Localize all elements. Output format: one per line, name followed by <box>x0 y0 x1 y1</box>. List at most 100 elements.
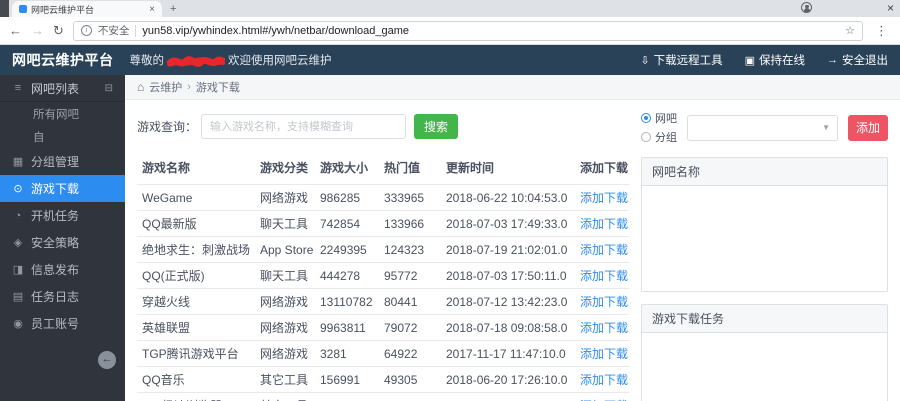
tab-close-icon[interactable]: × <box>149 4 155 15</box>
search-label: 游戏查询： <box>137 120 198 134</box>
target-section: 网吧 分组 ▼ 添加 网吧名称 游戏下载任务 <box>641 110 888 401</box>
add-download-link[interactable]: 添加下载 <box>580 191 628 205</box>
add-download-link[interactable]: 添加下载 <box>580 269 628 283</box>
navbar-link[interactable]: ▣ 保持在线 <box>745 52 805 68</box>
forward-icon[interactable]: → <box>31 24 44 37</box>
sidebar-item-all-netbars[interactable]: 所有网吧 <box>0 102 125 125</box>
game-hot-value: 64922 <box>379 340 441 367</box>
games-table: 游戏名称 游戏分类 游戏大小 热门值 更新时间 添加下载 WeGame 网络游戏… <box>137 151 629 401</box>
add-download-link[interactable]: 添加下载 <box>580 243 628 257</box>
sidebar-item-label: 开机任务 <box>31 209 80 223</box>
sidebar-item-boot-task[interactable]: ◔ 开机任务 <box>0 202 125 229</box>
netbar-panel-title: 网吧名称 <box>642 158 887 186</box>
sidebar-item-label: 网吧列表 <box>31 81 80 96</box>
column-header: 游戏名称 <box>137 151 255 185</box>
game-updated-time: 2018-07-03 17:49:33.0 <box>441 210 575 237</box>
game-updated-time: 2018-06-22 10:04:53.0 <box>441 184 575 211</box>
bookmark-star-icon[interactable]: ☆ <box>845 24 855 37</box>
netbar-select[interactable]: ▼ <box>687 114 838 141</box>
game-category: 其它工具 <box>255 392 315 401</box>
sidebar-item-info-publish[interactable]: ◨ 信息发布 <box>0 256 125 283</box>
table-row: QQ最新版 聊天工具 742854 133966 2018-07-03 17:4… <box>137 210 629 237</box>
home-icon: ⌂ <box>137 80 145 94</box>
add-download-link[interactable]: 添加下载 <box>580 321 628 335</box>
game-updated-time: 2018-07-18 09:08:58.0 <box>441 314 575 341</box>
game-category: 其它工具 <box>255 366 315 393</box>
game-hot-value: 44187 <box>379 392 441 401</box>
tab-title: 网吧云维护平台 <box>31 4 95 15</box>
info-icon[interactable]: i <box>80 25 92 36</box>
game-name: TGP腾讯游戏平台 <box>137 340 255 367</box>
address-bar[interactable]: i 不安全 yun58.vip/ywhindex.html#/ywh/netba… <box>72 20 863 41</box>
search-button[interactable]: 搜索 <box>414 114 459 139</box>
app-brand[interactable]: 网吧云维护平台 <box>12 50 114 70</box>
task-panel-title: 游戏下载任务 <box>642 305 887 333</box>
new-tab-icon[interactable]: + <box>162 3 184 15</box>
sidebar-item-game-download[interactable]: ⊙ 游戏下载 <box>0 175 125 202</box>
game-category: 聊天工具 <box>255 210 315 237</box>
add-button[interactable]: 添加 <box>848 114 888 141</box>
browser-tab[interactable]: 网吧云维护平台 × <box>12 1 162 17</box>
game-size: 742854 <box>315 210 379 237</box>
sidebar-item-task-log[interactable]: ▤ 任务日志 <box>0 283 125 310</box>
browser-menu-icon[interactable]: ⋮ <box>872 23 891 39</box>
column-header: 更新时间 <box>441 151 575 185</box>
profile-icon[interactable] <box>801 2 812 13</box>
navbar-link-icon: ▣ <box>744 54 755 67</box>
sidebar-item-label: 所有网吧 <box>33 108 79 121</box>
column-header: 添加下载 <box>575 151 629 185</box>
sidebar-collapse-button[interactable]: ← <box>98 351 116 369</box>
game-hot-value: 79072 <box>379 314 441 341</box>
game-category: 网络游戏 <box>255 340 315 367</box>
back-icon[interactable]: ← <box>9 24 22 37</box>
target-radio-group: 网吧 分组 <box>641 110 677 145</box>
radio-netbar[interactable]: 网吧 <box>641 110 677 126</box>
game-category: 网络游戏 <box>255 288 315 315</box>
breadcrumb-separator-icon: › <box>187 81 191 93</box>
game-hot-value: 333965 <box>379 184 441 211</box>
table-row: 360极速浏览器 其它工具 913338 44187 2018-06-11 15… <box>137 392 629 401</box>
download-task-panel: 游戏下载任务 <box>641 304 888 401</box>
navbar-link[interactable]: ⇩ 下载远程工具 <box>640 52 722 68</box>
radio-group-option[interactable]: 分组 <box>641 129 677 145</box>
sidebar-item-security-policy[interactable]: ◈ 安全策略 <box>0 229 125 256</box>
game-search-input[interactable] <box>201 114 407 139</box>
sidebar-item-netbar-list[interactable]: ≡ 网吧列表 ⊟ <box>0 75 125 102</box>
window-close-icon[interactable]: × <box>887 1 894 15</box>
game-size: 13110782 <box>315 288 379 315</box>
game-size: 156991 <box>315 366 379 393</box>
game-size: 2249395 <box>315 236 379 263</box>
radio-icon <box>641 113 651 123</box>
navbar-link-label: 下载远程工具 <box>653 55 723 67</box>
clock-icon: ◔ <box>14 209 22 222</box>
radio-label: 分组 <box>655 132 677 144</box>
add-download-link[interactable]: 添加下载 <box>580 295 628 309</box>
breadcrumb: ⌂ 云维护 › 游戏下载 <box>125 75 900 100</box>
game-name: 穿越火线 <box>137 288 255 315</box>
add-download-link[interactable]: 添加下载 <box>580 217 628 231</box>
netbar-name-panel: 网吧名称 <box>641 157 888 292</box>
breadcrumb-section[interactable]: 云维护 <box>149 79 182 95</box>
menu-toggle-icon[interactable]: ⊟ <box>105 83 113 94</box>
sidebar-item-staff-account[interactable]: ◉ 员工账号 <box>0 310 125 337</box>
table-row: WeGame 网络游戏 986285 333965 2018-06-22 10:… <box>137 184 629 211</box>
refresh-icon[interactable]: ↻ <box>53 24 64 37</box>
add-download-link[interactable]: 添加下载 <box>580 347 628 361</box>
column-header: 游戏分类 <box>255 151 315 185</box>
url-text: yun58.vip/ywhindex.html#/ywh/netbar/down… <box>142 24 410 37</box>
redacted-username <box>167 55 225 67</box>
security-label[interactable]: 不安全 <box>98 23 130 38</box>
column-header: 游戏大小 <box>315 151 379 185</box>
add-download-link[interactable]: 添加下载 <box>580 373 628 387</box>
sidebar-item-group-management[interactable]: ▦ 分组管理 <box>0 148 125 175</box>
navbar-link[interactable]: → 安全退出 <box>827 52 888 68</box>
search-row: 游戏查询： 搜索 <box>137 114 629 139</box>
game-category: 网络游戏 <box>255 314 315 341</box>
navbar-link-icon: ⇩ <box>640 54 650 67</box>
site-favicon-icon <box>19 5 27 13</box>
game-hot-value: 95772 <box>379 262 441 289</box>
game-name: 英雄联盟 <box>137 314 255 341</box>
grid-icon: ▦ <box>12 156 24 168</box>
sidebar-item-custom[interactable]: 自 <box>0 125 125 148</box>
sidebar-item-label: 信息发布 <box>31 263 80 277</box>
